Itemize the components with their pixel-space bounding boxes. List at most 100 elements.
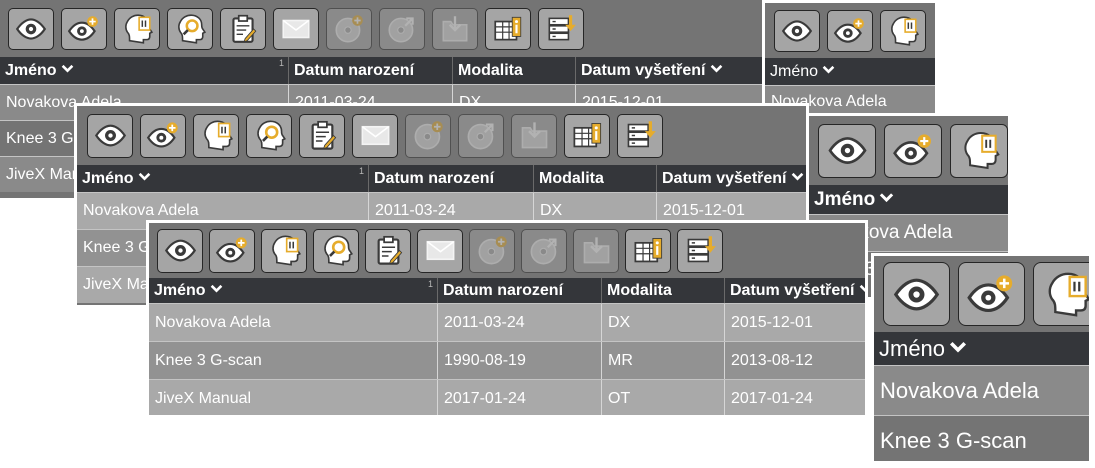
- panel-right-front: Jméno1 Novakova Adela Knee 3 G-scan: [871, 253, 1092, 464]
- chevron-down-icon[interactable]: [791, 170, 804, 188]
- toolbar: [77, 106, 806, 165]
- column-header-0[interactable]: Jméno1: [77, 165, 368, 192]
- table-header: Jméno1: [765, 58, 935, 85]
- patient-id-button[interactable]: [193, 113, 239, 158]
- view-button[interactable]: [8, 7, 54, 50]
- eye-icon: [780, 14, 814, 48]
- table-cell: 1990-08-19: [437, 342, 601, 379]
- view-add-button[interactable]: [140, 113, 186, 158]
- server-download-button[interactable]: [677, 228, 723, 273]
- column-header-0[interactable]: Jméno1: [874, 332, 1089, 365]
- head-search-icon: [173, 12, 207, 46]
- report-button[interactable]: [299, 113, 345, 158]
- server-download-button[interactable]: [538, 7, 584, 50]
- head-id-icon: [958, 129, 1001, 172]
- table-cell: 2015-12-01: [724, 304, 865, 341]
- info-button[interactable]: [625, 228, 671, 273]
- table-row[interactable]: JiveX Manual 2017-01-24OT2017-01-24: [149, 379, 865, 415]
- column-header-1[interactable]: Datum narození: [437, 278, 601, 303]
- import-button[interactable]: [432, 7, 478, 50]
- patient-id-button[interactable]: [114, 7, 160, 50]
- column-header-0[interactable]: Jméno1: [0, 57, 288, 84]
- table-row[interactable]: Novakova Adela 2011-03-24 DX 2015-12-01: [149, 303, 865, 341]
- patient-id-button[interactable]: [261, 228, 307, 273]
- column-header-3[interactable]: Datum vyšetření2: [656, 165, 806, 192]
- toolbar: [809, 116, 1008, 185]
- send-disc-button[interactable]: [521, 228, 567, 273]
- chevron-down-icon[interactable]: [859, 282, 865, 300]
- head-id-icon: [120, 12, 154, 46]
- patient-search-button[interactable]: [313, 228, 359, 273]
- view-button[interactable]: [87, 113, 133, 158]
- column-label: Datum vyšetření: [581, 61, 706, 79]
- chevron-down-icon[interactable]: [879, 189, 894, 211]
- column-header-0[interactable]: Jméno1: [809, 185, 1008, 214]
- disc-plus-icon: [332, 12, 366, 46]
- head-id-icon: [886, 14, 920, 48]
- burn-disc-button[interactable]: [326, 7, 372, 50]
- table-row[interactable]: Novakova Adela: [874, 365, 1089, 415]
- view-button[interactable]: [774, 9, 820, 52]
- send-disc-button[interactable]: [458, 113, 504, 158]
- column-header-3[interactable]: Datum vyšetření2: [575, 57, 762, 84]
- view-add-button[interactable]: [209, 228, 255, 273]
- head-search-icon: [252, 118, 287, 153]
- sort-order: 1: [278, 58, 284, 68]
- view-add-button[interactable]: [61, 7, 107, 50]
- column-header-2[interactable]: Modalita: [601, 278, 724, 303]
- column-header-2[interactable]: Modalita: [452, 57, 575, 84]
- envelope-icon: [279, 12, 313, 46]
- view-add-button[interactable]: [884, 123, 942, 178]
- column-label: Datum vyšetření: [662, 169, 787, 187]
- column-header-3[interactable]: Datum vyšetření2: [724, 278, 865, 303]
- column-label: Modalita: [539, 169, 604, 187]
- chevron-down-icon[interactable]: [61, 62, 74, 80]
- toolbar: [149, 223, 865, 278]
- chevron-down-icon[interactable]: [710, 62, 723, 80]
- eye-plus-icon: [966, 269, 1017, 320]
- view-add-button[interactable]: [827, 9, 873, 52]
- envelope-icon: [423, 233, 458, 268]
- patient-search-button[interactable]: [246, 113, 292, 158]
- import-button[interactable]: [511, 113, 557, 158]
- patient-id-button[interactable]: [950, 123, 1008, 178]
- column-header-1[interactable]: Datum narození: [368, 165, 533, 192]
- report-button[interactable]: [365, 228, 411, 273]
- patient-id-button[interactable]: [880, 9, 926, 52]
- view-add-button[interactable]: [958, 262, 1025, 326]
- import-button[interactable]: [573, 228, 619, 273]
- table-row[interactable]: Knee 3 G-scan: [874, 415, 1089, 461]
- patient-id-button[interactable]: [1033, 262, 1089, 326]
- eye-plus-icon: [892, 129, 935, 172]
- column-header-2[interactable]: Modalita: [533, 165, 656, 192]
- view-button[interactable]: [883, 262, 950, 326]
- send-disc-button[interactable]: [379, 7, 425, 50]
- eye-icon: [14, 12, 48, 46]
- server-download-button[interactable]: [617, 113, 663, 158]
- burn-disc-button[interactable]: [469, 228, 515, 273]
- chevron-down-icon[interactable]: [949, 336, 967, 362]
- column-header-0[interactable]: Jméno1: [149, 278, 437, 303]
- head-id-icon: [267, 233, 302, 268]
- email-button[interactable]: [417, 228, 463, 273]
- patient-search-button[interactable]: [167, 7, 213, 50]
- table-cell: JiveX Manual: [155, 389, 252, 407]
- email-button[interactable]: [352, 113, 398, 158]
- view-button[interactable]: [818, 123, 876, 178]
- info-button[interactable]: [485, 7, 531, 50]
- email-button[interactable]: [273, 7, 319, 50]
- eye-icon: [891, 269, 942, 320]
- view-button[interactable]: [157, 228, 203, 273]
- table-row[interactable]: Knee 3 G-scan 1990-08-19MR2013-08-12: [149, 341, 865, 379]
- report-button[interactable]: [220, 7, 266, 50]
- chevron-down-icon[interactable]: [210, 282, 223, 300]
- column-label: Jméno: [814, 188, 876, 210]
- clipboard-edit-icon: [305, 118, 340, 153]
- table-cell: OT: [601, 380, 724, 415]
- chevron-down-icon[interactable]: [822, 63, 835, 81]
- chevron-down-icon[interactable]: [138, 170, 151, 188]
- burn-disc-button[interactable]: [405, 113, 451, 158]
- column-header-1[interactable]: Datum narození: [288, 57, 452, 84]
- info-button[interactable]: [564, 113, 610, 158]
- column-header-0[interactable]: Jméno1: [765, 58, 935, 85]
